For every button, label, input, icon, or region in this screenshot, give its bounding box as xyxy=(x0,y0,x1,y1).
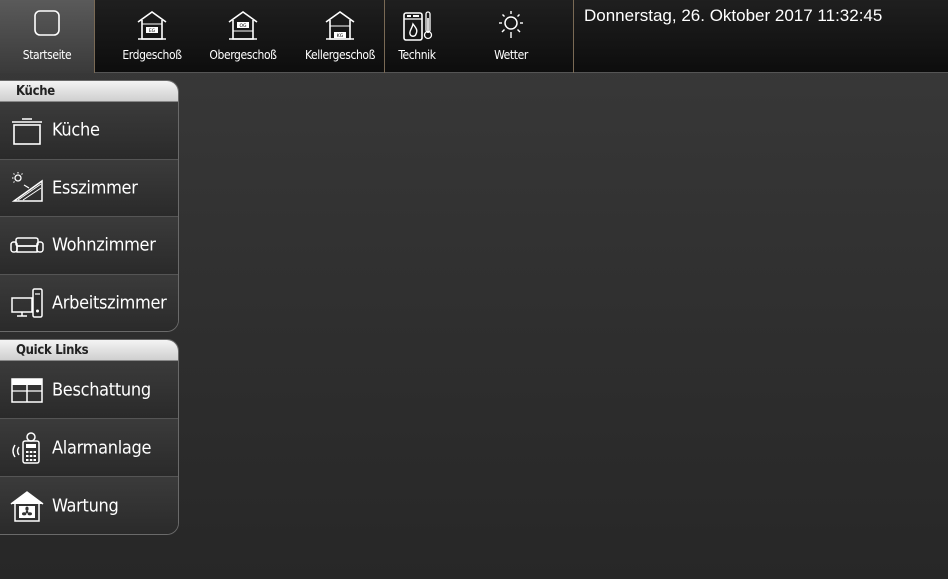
room-item-esszimmer[interactable]: Esszimmer xyxy=(0,159,178,217)
nav-label: Startseite xyxy=(22,48,72,62)
app-window: Startseite EG Erdgeschoß OG Obergeschoß … xyxy=(0,0,948,579)
house-fan-icon xyxy=(10,489,44,523)
room-item-wohnzimmer[interactable]: Wohnzimmer xyxy=(0,217,178,275)
link-item-wartung[interactable]: Wartung xyxy=(0,477,178,534)
rooms-panel: Küche Küche Esszimmer Wohnzimmer Arbeits… xyxy=(0,80,179,332)
nav-wetter[interactable]: Wetter xyxy=(478,0,544,73)
nav-label: Kellergeschoß xyxy=(304,48,376,62)
room-label: Esszimmer xyxy=(52,177,138,199)
link-item-beschattung[interactable]: Beschattung xyxy=(0,361,178,419)
link-label: Beschattung xyxy=(52,379,151,400)
nav-technik[interactable]: Technik xyxy=(386,0,448,73)
panel-header: Quick Links xyxy=(0,340,178,361)
room-label: Küche xyxy=(52,119,100,141)
quick-links-panel: Quick Links Beschattung Alarmanlage Wart… xyxy=(0,339,179,535)
svg-text:KG: KG xyxy=(337,33,344,39)
computer-icon xyxy=(10,286,44,320)
link-item-alarmanlage[interactable]: Alarmanlage xyxy=(0,419,178,477)
nav-label: Technik xyxy=(398,48,436,62)
sofa-icon xyxy=(10,228,44,262)
nav-label: Wetter xyxy=(494,48,528,62)
home-square-icon xyxy=(32,8,62,38)
house-eg-icon: EG xyxy=(135,8,169,42)
house-og-icon: OG xyxy=(226,8,260,42)
main-content-area xyxy=(180,74,948,579)
nav-divider xyxy=(573,0,574,73)
sun-blind-icon xyxy=(10,171,44,205)
svg-text:OG: OG xyxy=(239,23,247,29)
alarm-keypad-icon xyxy=(10,431,44,465)
shutter-icon xyxy=(10,373,44,407)
top-navigation-bar: Startseite EG Erdgeschoß OG Obergeschoß … xyxy=(0,0,948,73)
nav-divider xyxy=(384,0,385,73)
svg-text:EG: EG xyxy=(149,28,156,34)
datetime-display: Donnerstag, 26. Oktober 2017 11:32:45 xyxy=(584,6,883,25)
house-kg-icon: KG xyxy=(323,8,357,42)
link-label: Alarmanlage xyxy=(52,437,152,458)
nav-erdgeschoss[interactable]: EG Erdgeschoß xyxy=(104,0,200,73)
nav-divider xyxy=(94,0,95,73)
nav-startseite[interactable]: Startseite xyxy=(0,0,94,73)
link-label: Wartung xyxy=(52,495,119,517)
boiler-thermometer-icon xyxy=(400,8,434,42)
pot-icon xyxy=(10,113,44,147)
room-item-arbeitszimmer[interactable]: Arbeitszimmer xyxy=(0,274,178,331)
nav-kellergeschoss[interactable]: KG Kellergeschoß xyxy=(296,0,384,73)
panel-header: Küche xyxy=(0,81,178,102)
room-label: Wohnzimmer xyxy=(52,234,156,256)
room-item-kueche[interactable]: Küche xyxy=(0,102,178,160)
nav-label: Obergeschoß xyxy=(209,48,277,62)
nav-label: Erdgeschoß xyxy=(122,48,182,62)
room-label: Arbeitszimmer xyxy=(52,292,167,314)
sun-icon xyxy=(494,8,528,42)
nav-obergeschoss[interactable]: OG Obergeschoß xyxy=(196,0,290,73)
